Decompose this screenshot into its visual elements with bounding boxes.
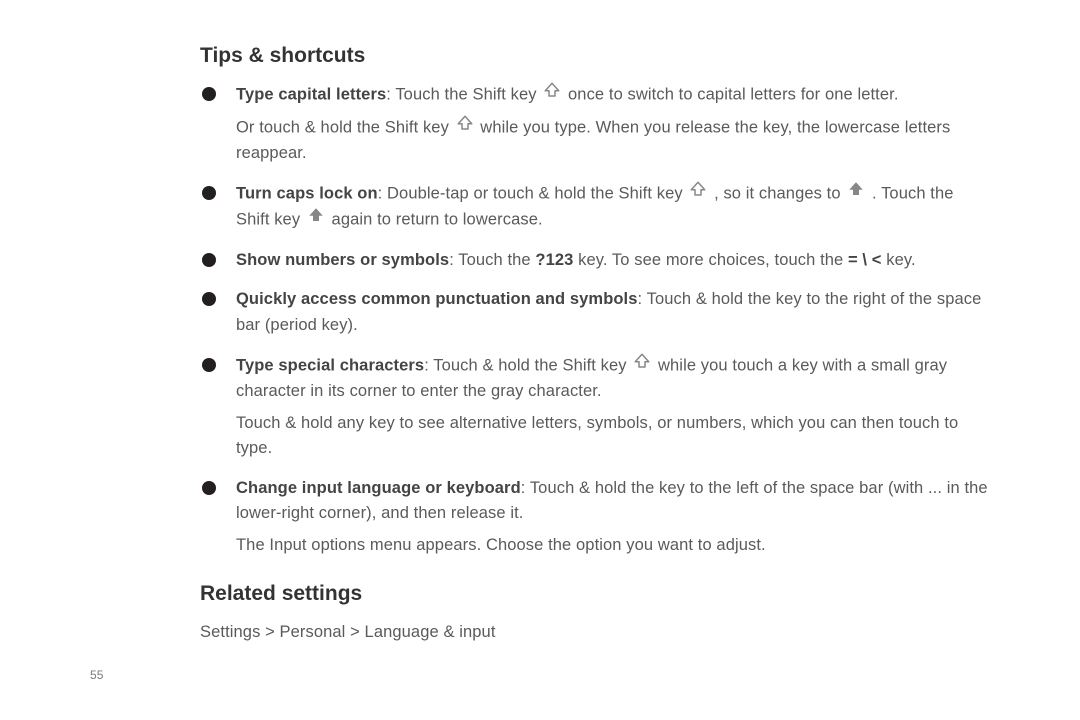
tip-text: key. To see more choices, touch the: [573, 251, 848, 269]
tip-text: once to switch to capital letters for on…: [563, 86, 898, 104]
list-item: Type capital letters: Touch the Shift ke…: [200, 82, 990, 167]
tip-title: Type special characters: [236, 356, 424, 374]
tip-text: : Touch the: [449, 251, 535, 269]
key-label: ?123: [535, 251, 573, 269]
tip-text: : Touch the Shift key: [386, 86, 541, 104]
tip-title: Quickly access common punctuation and sy…: [236, 290, 638, 308]
tip-title: Type capital letters: [236, 86, 386, 104]
document-page: Tips & shortcuts Type capital letters: T…: [0, 0, 1080, 666]
list-item: Turn caps lock on: Double-tap or touch &…: [200, 181, 990, 234]
tip-text: : Touch & hold the Shift key: [424, 356, 631, 374]
list-item: Type special characters: Touch & hold th…: [200, 353, 990, 462]
heading-related: Related settings: [200, 582, 990, 606]
shift-outline-icon: [456, 114, 474, 141]
list-item: Quickly access common punctuation and sy…: [200, 287, 990, 338]
key-label: = \ <: [848, 251, 882, 269]
tip-title: Turn caps lock on: [236, 184, 378, 202]
settings-path: Settings > Personal > Language & input: [200, 620, 990, 646]
tip-text: , so it changes to: [709, 184, 845, 202]
tip-followup: The Input options menu appears. Choose t…: [236, 533, 990, 559]
tip-followup: Or touch & hold the Shift key while you …: [236, 115, 990, 167]
list-item: Change input language or keyboard: Touch…: [200, 476, 990, 559]
page-number: 55: [90, 668, 104, 682]
shift-outline-icon: [633, 352, 651, 379]
tip-title: Show numbers or symbols: [236, 251, 449, 269]
list-item: Show numbers or symbols: Touch the ?123 …: [200, 248, 990, 274]
heading-tips: Tips & shortcuts: [200, 44, 990, 68]
tip-text: : Double-tap or touch & hold the Shift k…: [378, 184, 688, 202]
tip-title: Change input language or keyboard: [236, 479, 521, 497]
shift-filled-icon: [847, 180, 865, 207]
tips-list: Type capital letters: Touch the Shift ke…: [200, 82, 990, 558]
tip-text: Or touch & hold the Shift key: [236, 118, 454, 136]
shift-filled-icon: [307, 206, 325, 233]
tip-followup: Touch & hold any key to see alternative …: [236, 411, 990, 462]
shift-outline-icon: [689, 180, 707, 207]
shift-outline-icon: [543, 81, 561, 108]
tip-text: key.: [882, 251, 916, 269]
tip-text: again to return to lowercase.: [327, 211, 543, 229]
